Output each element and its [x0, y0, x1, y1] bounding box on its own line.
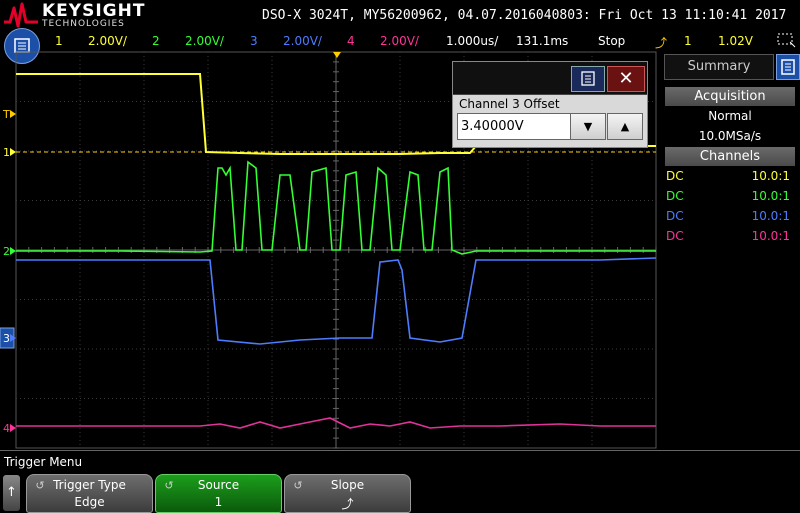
ch2-scale[interactable]: 2.00V/: [185, 34, 224, 48]
decrement-button[interactable]: ▼: [570, 113, 606, 140]
brand-name: KEYSIGHT: [42, 1, 146, 21]
marker-4[interactable]: 4: [3, 422, 16, 435]
channel-status-bar: 1 2.00V/ 2 2.00V/ 3 2.00V/ 4 2.00V/ 1.00…: [0, 28, 800, 64]
svg-text:1: 1: [3, 146, 10, 159]
menu-icon: [781, 59, 795, 75]
keysight-logo-icon: [4, 2, 38, 28]
channels-header: Channels: [665, 147, 795, 166]
marker-1[interactable]: 1: [3, 146, 16, 159]
ch1-probe: 10.0:1: [751, 169, 790, 183]
svg-text:3: 3: [3, 332, 10, 345]
ch4-scale[interactable]: 2.00V/: [380, 34, 419, 48]
ch3-scale[interactable]: 2.00V/: [283, 34, 322, 48]
screen-capture-icon[interactable]: [776, 32, 796, 48]
ch2-probe: 10.0:1: [751, 189, 790, 203]
trigger-level[interactable]: 1.02V: [718, 34, 753, 48]
ch1-scale[interactable]: 2.00V/: [88, 34, 127, 48]
trigger-source[interactable]: 1: [684, 34, 692, 48]
svg-text:4: 4: [3, 422, 10, 435]
marker-3[interactable]: 3: [0, 327, 16, 349]
softkey-bar: Trigger Menu ↑ ↺ Trigger Type Edge ↺ Sou…: [0, 450, 800, 513]
softkey-title: Source: [197, 478, 240, 492]
svg-text:T: T: [2, 108, 10, 121]
channel-offset-dialog: ✕ Channel 3 Offset 3.40000V ▼ ▲: [452, 61, 648, 148]
channel-row-3: DC 10.0:1: [666, 209, 794, 225]
softkey-value: Edge: [74, 495, 105, 509]
run-state[interactable]: Stop: [598, 34, 625, 48]
dialog-menu-button[interactable]: [571, 66, 605, 92]
title-bar: KEYSIGHT TECHNOLOGIES DSO-X 3024T, MY562…: [0, 0, 800, 32]
summary-panel: Summary Acquisition Normal 10.0MSa/s Cha…: [660, 52, 800, 450]
svg-text:2: 2: [3, 245, 10, 258]
acquisition-header: Acquisition: [665, 87, 795, 106]
delay[interactable]: 131.1ms: [516, 34, 568, 48]
ch2-coupling: DC: [666, 189, 684, 203]
increment-button[interactable]: ▲: [607, 113, 643, 140]
slope-softkey[interactable]: ↺ Slope ⤴: [284, 474, 411, 513]
menu-icon: [581, 71, 595, 86]
marker-2[interactable]: 2: [3, 245, 16, 258]
ch3-coupling: DC: [666, 209, 684, 223]
brand-subtitle: TECHNOLOGIES: [42, 19, 125, 29]
softkey-title: Trigger Type: [53, 478, 126, 492]
dialog-title-bar[interactable]: ✕: [453, 62, 647, 95]
ch3-probe: 10.0:1: [751, 209, 790, 223]
softkey-value: 1: [214, 495, 223, 509]
sample-rate: 10.0MSa/s: [698, 129, 762, 143]
menu-title: Trigger Menu: [4, 455, 83, 469]
acquisition-mode: Normal: [708, 109, 752, 123]
ground-markers: T 1 2 3 4: [0, 108, 16, 435]
offset-input[interactable]: 3.40000V: [457, 113, 572, 140]
timebase[interactable]: 1.000us/: [446, 34, 498, 48]
instrument-info: DSO-X 3024T, MY56200962, 04.07.201604080…: [262, 8, 787, 23]
summary-tab-label: Summary: [687, 59, 751, 74]
ch3-num[interactable]: 3: [250, 34, 258, 48]
offset-label: Channel 3 Offset: [459, 97, 560, 111]
ch4-probe: 10.0:1: [751, 229, 790, 243]
trigger-type-softkey[interactable]: ↺ Trigger Type Edge: [26, 474, 153, 513]
source-softkey[interactable]: ↺ Source 1: [155, 474, 282, 513]
ch1-num[interactable]: 1: [55, 34, 63, 48]
softkey-value: ⤴: [341, 497, 354, 511]
ch1-coupling: DC: [666, 169, 684, 183]
trigger-edge-icon: ⤴: [655, 36, 668, 50]
softkey-title: Slope: [330, 478, 365, 492]
channel-row-2: DC 10.0:1: [666, 189, 794, 205]
channel-row-1: DC 10.0:1: [666, 169, 794, 185]
summary-tab[interactable]: Summary: [664, 54, 774, 80]
trigger-position-marker: [333, 52, 341, 58]
back-button[interactable]: ↑: [3, 475, 20, 511]
ch4-coupling: DC: [666, 229, 684, 243]
panel-menu-button[interactable]: [776, 54, 800, 80]
ch2-num[interactable]: 2: [152, 34, 160, 48]
channel-row-4: DC 10.0:1: [666, 229, 794, 245]
dialog-close-button[interactable]: ✕: [607, 66, 645, 92]
marker-T[interactable]: T: [2, 108, 16, 121]
ch4-num[interactable]: 4: [347, 34, 355, 48]
